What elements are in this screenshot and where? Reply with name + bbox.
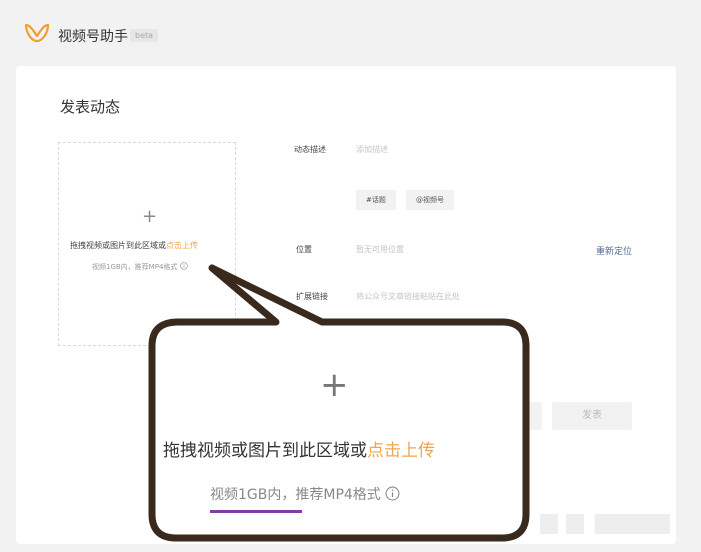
highlight-underline <box>210 510 302 513</box>
zoomed-upload-hint: 视频1GB内，推荐MP4格式 <box>210 484 400 504</box>
zoomed-upload-hint-text: 视频1GB内，推荐MP4格式 <box>210 487 381 503</box>
watermark-blur <box>540 514 670 534</box>
plus-icon[interactable]: + <box>320 368 349 402</box>
info-icon[interactable] <box>385 486 400 501</box>
zoomed-upload-instruction: 拖拽视频或图片到此区域或点击上传 <box>163 436 435 461</box>
zoomed-click-upload-link[interactable]: 点击上传 <box>367 441 435 461</box>
zoom-callout <box>148 264 530 542</box>
zoomed-upload-instruction-text: 拖拽视频或图片到此区域或 <box>163 441 367 461</box>
